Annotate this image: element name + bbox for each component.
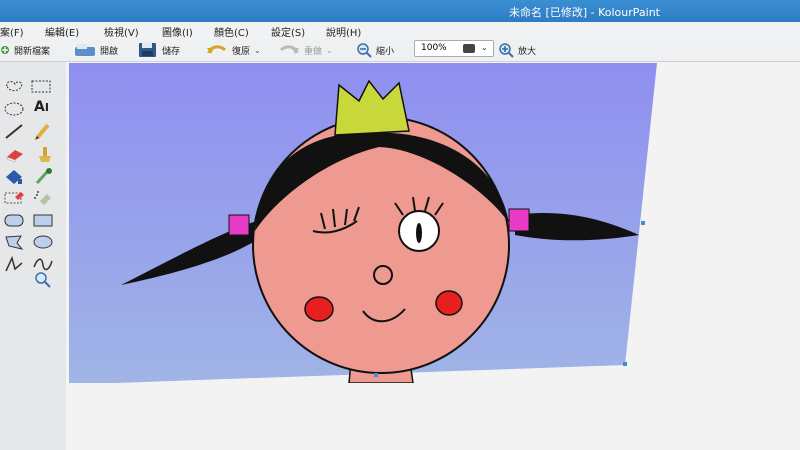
undo-button[interactable]: 復原 ⌄ [206, 41, 261, 59]
zoom-in-icon [499, 43, 514, 58]
undo-icon [207, 45, 227, 54]
menu-bar: 案(F) 編輯(E) 檢視(V) 圖像(I) 顏色(C) 設定(S) 說明(H) [0, 22, 800, 39]
rectangle-icon[interactable] [32, 211, 54, 229]
right-cheek [435, 290, 463, 316]
tool-box: AI [0, 62, 67, 450]
open-button[interactable]: 開啟 [74, 41, 118, 59]
title-bar[interactable]: 未命名 [已修改] - KolourPaint [0, 0, 800, 22]
text-tool-glyph: A [34, 99, 45, 115]
resize-handle-right[interactable] [641, 221, 645, 225]
brush-icon[interactable] [32, 145, 54, 163]
new-label: 開新檔案 [14, 46, 51, 57]
head [252, 116, 510, 374]
open-icon [75, 44, 95, 56]
redo-icon [279, 45, 299, 54]
open-label: 開啟 [100, 46, 119, 57]
zoom-in-label: 放大 [518, 46, 537, 57]
nose [373, 265, 393, 285]
menu-colors[interactable]: 顏色(C) [214, 24, 249, 39]
window-title: 未命名 [已修改] - KolourPaint [509, 6, 660, 19]
line-icon[interactable] [3, 122, 25, 140]
save-label: 儲存 [162, 46, 181, 57]
right-ribbon [508, 208, 530, 232]
polyline-icon[interactable] [3, 255, 25, 273]
menu-edit[interactable]: 編輯(E) [45, 24, 79, 39]
menu-help[interactable]: 說明(H) [326, 24, 361, 39]
clear-field-icon[interactable] [463, 44, 475, 53]
menu-settings[interactable]: 設定(S) [271, 24, 305, 39]
drawing-canvas[interactable] [69, 63, 657, 383]
polygon-icon[interactable] [3, 233, 25, 251]
flood-fill-icon[interactable] [3, 167, 25, 185]
menu-image[interactable]: 圖像(I) [162, 24, 193, 39]
redo-dropdown-icon[interactable]: ⌄ [326, 46, 333, 55]
redo-button[interactable]: 重做 ⌄ [278, 41, 333, 59]
left-cheek [304, 296, 334, 322]
zoom-in-button[interactable]: 放大 [498, 41, 536, 59]
text-icon[interactable]: AI [34, 99, 56, 117]
spraycan-icon[interactable] [32, 189, 54, 207]
resize-handle-bottom[interactable] [374, 373, 378, 377]
color-picker-icon[interactable] [32, 167, 54, 185]
main-toolbar: 開新檔案 開啟 儲存 復原 ⌄ 重做 ⌄ 縮小 放大 [0, 39, 800, 62]
rounded-rect-icon[interactable] [3, 211, 25, 229]
menu-view[interactable]: 檢視(V) [104, 24, 139, 39]
ellipse-icon[interactable] [32, 233, 54, 251]
save-icon [139, 43, 156, 57]
zoom-out-button[interactable]: 縮小 [356, 41, 394, 59]
pen-icon[interactable] [32, 122, 54, 140]
color-eraser-icon[interactable] [3, 189, 25, 207]
eraser-icon[interactable] [3, 145, 25, 163]
redo-label: 重做 [304, 46, 323, 57]
menu-file[interactable]: 案(F) [0, 24, 24, 39]
ellipse-select-icon[interactable] [3, 100, 25, 118]
new-button[interactable]: 開新檔案 [0, 41, 50, 59]
free-select-icon[interactable] [3, 77, 25, 95]
kolourpaint-window: 未命名 [已修改] - KolourPaint 案(F) 編輯(E) 檢視(V)… [0, 0, 800, 450]
resize-handle-corner[interactable] [623, 362, 627, 366]
zoom-out-icon [357, 43, 372, 58]
zoom-tool-icon[interactable] [32, 270, 54, 288]
zoom-out-label: 縮小 [376, 46, 395, 57]
undo-dropdown-icon[interactable]: ⌄ [254, 46, 261, 55]
zoom-value: 100% [421, 43, 447, 53]
zoom-dropdown-icon[interactable]: ⌄ [481, 43, 488, 52]
new-icon [1, 46, 9, 54]
zoom-combobox[interactable]: 100% ⌄ [414, 40, 494, 57]
rect-select-icon[interactable] [30, 77, 52, 95]
left-ribbon [228, 214, 250, 236]
save-button[interactable]: 儲存 [138, 41, 180, 59]
undo-label: 復原 [232, 46, 251, 57]
